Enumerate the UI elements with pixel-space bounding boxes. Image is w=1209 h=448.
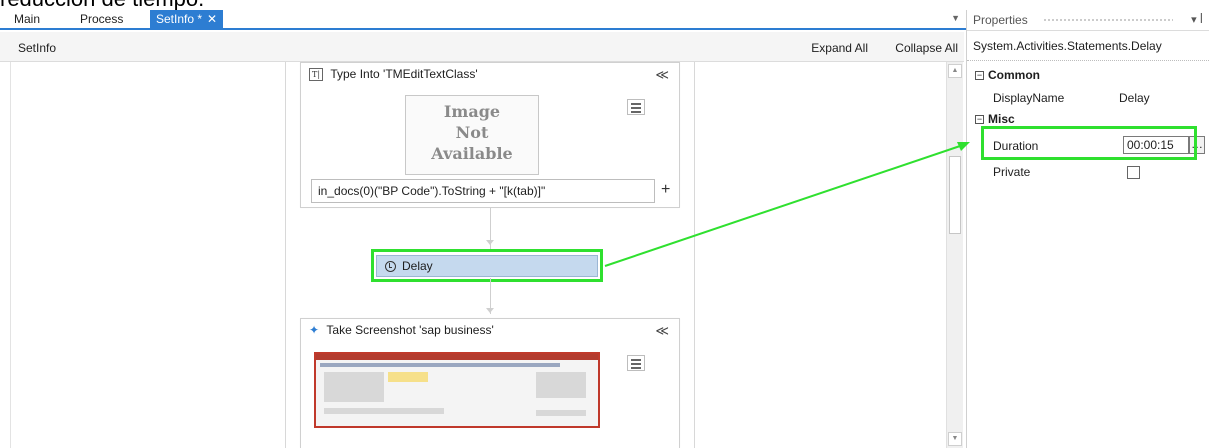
tab-process[interactable]: Process [74,10,129,30]
text-expression-field[interactable]: in_docs(0)("BP Code").ToString + "[k(tab… [311,179,655,203]
designer-header: SetInfo Expand All Collapse All [0,32,964,62]
collapse-all-button[interactable]: Collapse All [895,41,958,55]
property-key: Private [993,165,1031,179]
collapse-icon[interactable]: ≪ [655,320,669,342]
category-label: Misc [988,112,1015,126]
breadcrumb[interactable]: SetInfo [18,41,56,55]
image-not-available: Image Not Available [405,95,539,175]
connector-arrow [486,240,494,245]
properties-panel: Properties ▾ ꟾ System.Activities.Stateme… [966,10,1209,448]
close-icon[interactable]: ✕ [207,12,217,26]
properties-title: Properties [973,13,1028,27]
category-label: Common [988,68,1040,82]
scroll-thumb[interactable] [949,156,961,234]
canvas-scrollbar[interactable]: ▲ ▼ [946,62,963,448]
chevron-down-icon[interactable]: ▼ [951,13,960,23]
properties-title-bar: Properties ▾ ꟾ [967,10,1209,30]
category-common[interactable]: − Common [975,68,1040,82]
menu-icon[interactable] [627,355,645,371]
image-placeholder-line: Image [443,102,501,121]
image-placeholder-line: Not [455,123,489,142]
pin-icon[interactable]: ▾ ꟾ [1191,10,1203,30]
scroll-down-icon[interactable]: ▼ [948,432,962,446]
connector-line [490,208,491,252]
connector-arrow [486,308,494,313]
screenshot-icon: ✦ [309,323,320,337]
type-into-activity[interactable]: T| Type Into 'TMEditTextClass' ≪ Image N… [300,62,680,208]
expand-all-button[interactable]: Expand All [811,41,868,55]
activity-header[interactable]: ✦ Take Screenshot 'sap business' ≪ [301,319,679,343]
tab-setinfo-label: SetInfo * [156,12,203,26]
image-placeholder-line: Available [431,144,513,163]
sequence-container: T| Type Into 'TMEditTextClass' ≪ Image N… [285,62,695,448]
plus-icon[interactable]: + [661,179,670,201]
drag-grip[interactable] [1043,18,1173,22]
activity-title: Type Into 'TMEditTextClass' [330,67,478,81]
activity-header[interactable]: T| Type Into 'TMEditTextClass' ≪ [301,63,679,87]
activity-title: Take Screenshot 'sap business' [326,323,494,337]
collapse-icon[interactable]: − [975,115,984,125]
property-key: DisplayName [993,91,1065,105]
tab-main[interactable]: Main [8,10,46,30]
type-into-icon: T| [309,68,323,82]
collapse-icon[interactable]: − [975,71,984,81]
category-misc[interactable]: − Misc [975,112,1015,126]
delay-highlight [371,249,603,282]
menu-icon[interactable] [627,99,645,115]
activity-type-name: System.Activities.Statements.Delay [967,30,1209,61]
duration-highlight [981,126,1197,160]
designer-canvas[interactable]: T| Type Into 'TMEditTextClass' ≪ Image N… [10,62,963,448]
property-row-displayname[interactable]: DisplayName Delay [987,88,1207,108]
private-checkbox[interactable] [1127,166,1140,179]
screenshot-thumbnail [314,352,600,428]
collapse-icon[interactable]: ≪ [655,64,669,86]
tab-setinfo[interactable]: SetInfo * ✕ [150,10,224,30]
property-row-private[interactable]: Private [987,162,1207,182]
scroll-up-icon[interactable]: ▲ [948,64,962,78]
document-tab-bar: Main Process SetInfo * ✕ ▼ [0,10,966,30]
displayname-value[interactable]: Delay [1119,88,1150,108]
